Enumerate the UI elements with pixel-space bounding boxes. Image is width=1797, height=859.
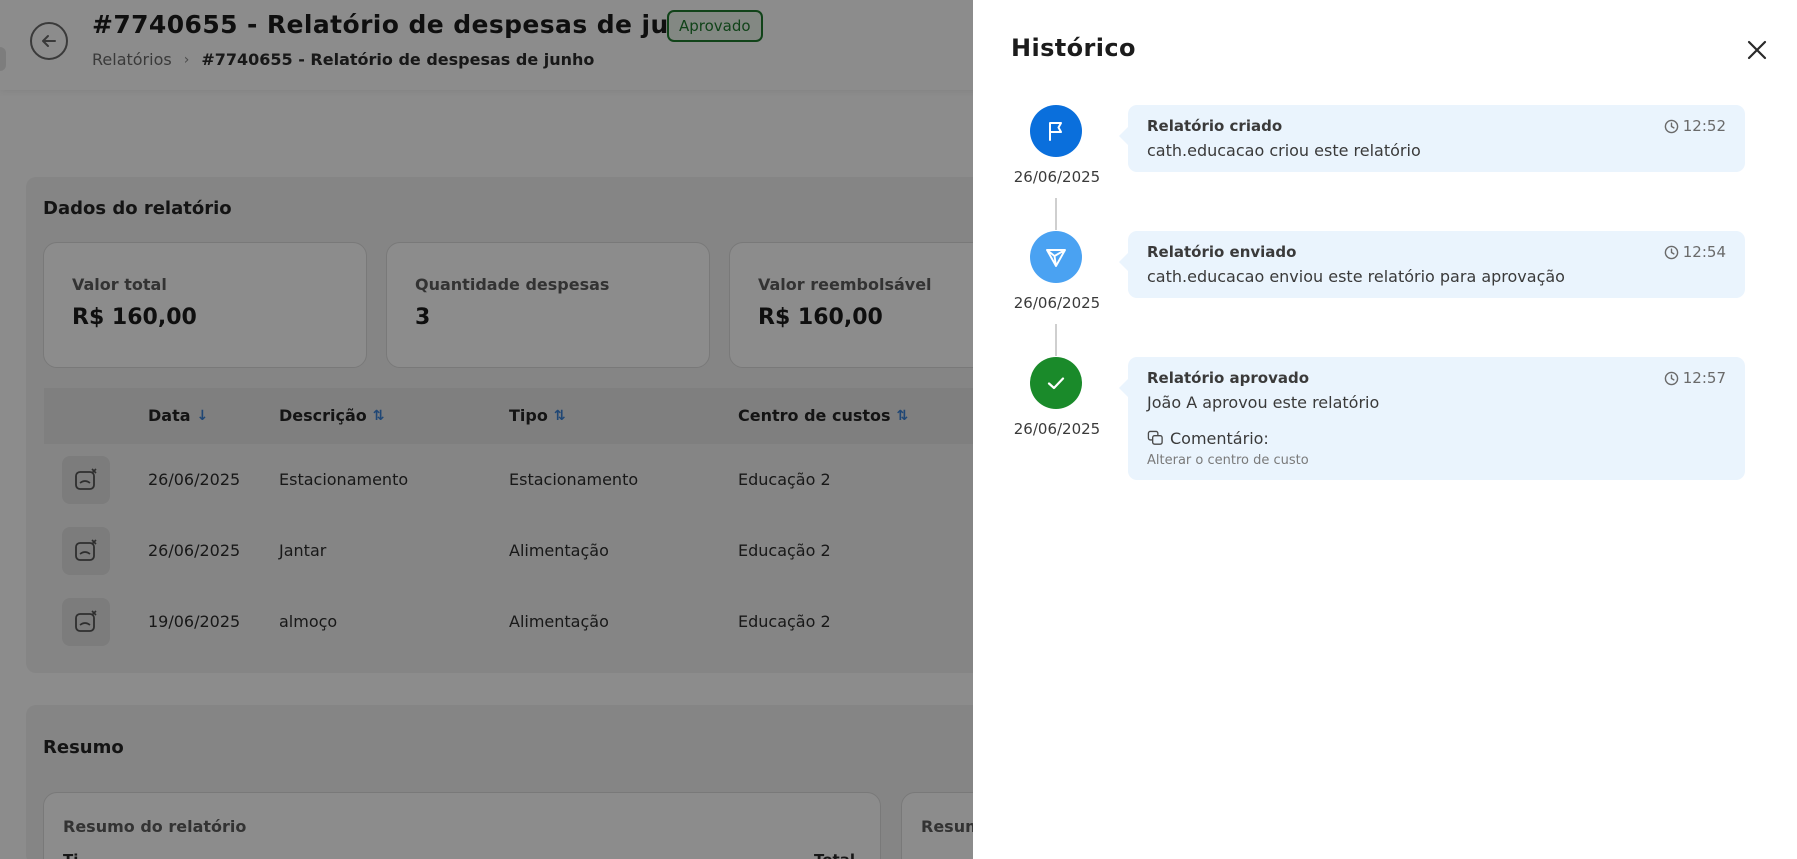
flag-icon <box>1049 122 1062 141</box>
timeline-marker <box>1030 357 1082 409</box>
event-time-text: 12:57 <box>1682 369 1726 387</box>
event-title: Relatório criado <box>1147 117 1283 135</box>
event-title: Relatório aprovado <box>1147 369 1310 387</box>
event-time: 12:57 <box>1664 369 1726 387</box>
timeline-date: 26/06/2025 <box>1013 168 1101 186</box>
event-title: Relatório enviado <box>1147 243 1297 261</box>
timeline-event-card: Relatório criado 12:52 cath.educacao cri… <box>1119 105 1745 172</box>
comment-label: Comentário: <box>1147 429 1269 448</box>
event-description: João A aprovou este relatório <box>1147 393 1380 412</box>
timeline-date: 26/06/2025 <box>1013 420 1101 438</box>
timeline-marker <box>1030 231 1082 283</box>
close-icon <box>1747 40 1767 60</box>
comment-icon <box>1147 430 1163 445</box>
comment-text: Alterar o centro de custo <box>1147 453 1309 468</box>
timeline-connector <box>1055 198 1057 230</box>
event-time: 12:54 <box>1664 243 1726 261</box>
history-drawer: Histórico 26/06/2025 Relatório criado 12… <box>973 0 1797 859</box>
drawer-title: Histórico <box>1011 34 1136 62</box>
event-time: 12:52 <box>1664 117 1726 135</box>
modal-backdrop[interactable] <box>0 0 973 859</box>
timeline-event-card: Relatório enviado 12:54 cath.educacao en… <box>1119 231 1745 298</box>
event-description: cath.educacao criou este relatório <box>1147 141 1421 160</box>
check-icon <box>1047 377 1065 390</box>
send-icon <box>1046 249 1066 267</box>
event-description: cath.educacao enviou este relatório para… <box>1147 267 1565 286</box>
event-time-text: 12:52 <box>1682 117 1726 135</box>
event-time-text: 12:54 <box>1682 243 1726 261</box>
comment-label-text: Comentário: <box>1170 429 1269 448</box>
timeline-marker <box>1030 105 1082 157</box>
clock-icon <box>1664 245 1679 259</box>
clock-icon <box>1664 119 1679 133</box>
clock-icon <box>1664 371 1679 385</box>
timeline-date: 26/06/2025 <box>1013 294 1101 312</box>
close-button[interactable] <box>1743 36 1771 64</box>
timeline-event-card: Relatório aprovado 12:57 João A aprovou … <box>1119 357 1745 480</box>
timeline-connector <box>1055 324 1057 356</box>
